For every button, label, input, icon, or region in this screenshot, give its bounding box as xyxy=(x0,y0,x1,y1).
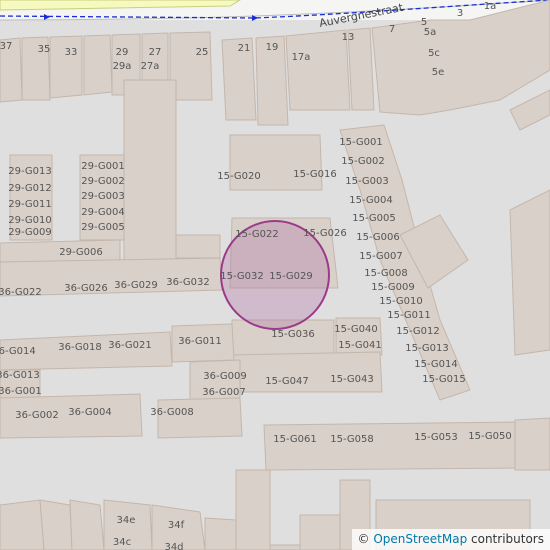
house-number-label: 29-G011 xyxy=(8,199,52,210)
house-number-label: 36-G021 xyxy=(108,340,152,351)
house-number-label: 29-G003 xyxy=(81,191,125,202)
osm-link[interactable]: OpenStreetMap xyxy=(373,532,467,546)
house-number-label: 15-G009 xyxy=(371,282,415,293)
house-number-label: 29-G004 xyxy=(81,207,125,218)
house-number-label: 15-G029 xyxy=(269,271,313,282)
house-number-label: 15-G047 xyxy=(265,376,309,387)
house-number-label: 15-G061 xyxy=(273,434,317,445)
house-number-label: 15-G036 xyxy=(271,329,315,340)
house-number-label: 15-G016 xyxy=(293,169,337,180)
map-canvas: Auvergnestraat 1a355a5c5e71317a192125272… xyxy=(0,0,550,550)
house-number-label: 13 xyxy=(342,32,355,43)
house-number-label: 34e xyxy=(117,515,136,526)
house-number-label: 36-G004 xyxy=(68,407,112,418)
house-number-label: 15-G026 xyxy=(303,228,347,239)
house-number-label: 29-G006 xyxy=(59,247,103,258)
house-number-label: 34c xyxy=(113,537,131,548)
house-number-label: 36-G001 xyxy=(0,386,42,397)
house-number-label: 33 xyxy=(65,47,78,58)
house-number-label: 15-G014 xyxy=(414,359,458,370)
house-number-label: 37 xyxy=(0,41,12,52)
house-number-label: 5a xyxy=(424,27,437,38)
house-number-label: 29-G005 xyxy=(81,222,125,233)
house-number-label: 34f xyxy=(168,520,185,531)
house-number-label: 15-G012 xyxy=(396,326,440,337)
house-number-label: 27a xyxy=(141,61,160,72)
house-number-label: 15-G053 xyxy=(414,432,458,443)
house-number-label: 36-G018 xyxy=(58,342,102,353)
house-number-label: 36-G008 xyxy=(150,407,194,418)
house-number-label: 21 xyxy=(238,43,251,54)
house-number-label: 19 xyxy=(266,42,279,53)
house-number-label: 25 xyxy=(196,47,209,58)
house-number-label: 17a xyxy=(292,52,311,63)
house-number-label: 36-G032 xyxy=(166,277,210,288)
map-attribution: © OpenStreetMap contributors xyxy=(351,529,550,550)
house-number-label: 29-G009 xyxy=(8,227,52,238)
house-number-label: 15-G041 xyxy=(338,340,382,351)
house-number-label: 29-G010 xyxy=(8,215,52,226)
house-number-label: 15-G005 xyxy=(352,213,396,224)
house-number-label: 35 xyxy=(38,44,51,55)
house-number-label: 34d xyxy=(164,542,183,550)
house-number-label: 15-G032 xyxy=(220,271,264,282)
house-number-label: 5c xyxy=(428,48,440,59)
house-number-label: 15-G043 xyxy=(330,374,374,385)
house-number-label: 15-G015 xyxy=(422,374,466,385)
house-number-label: 36-G014 xyxy=(0,346,36,357)
house-number-label: 15-G022 xyxy=(235,229,279,240)
house-number-label: 7 xyxy=(389,24,395,35)
house-number-label: 29 xyxy=(116,47,129,58)
house-number-label: 29-G002 xyxy=(81,176,125,187)
house-number-label: 36-G002 xyxy=(15,410,59,421)
house-number-label: 29-G001 xyxy=(81,161,125,172)
house-number-label: 36-G029 xyxy=(114,280,158,291)
house-number-label: 15-G020 xyxy=(217,171,261,182)
house-number-label: 15-G008 xyxy=(364,268,408,279)
house-number-label: 3 xyxy=(457,8,463,19)
house-number-label: 15-G040 xyxy=(334,324,378,335)
house-number-label: 15-G007 xyxy=(359,251,403,262)
house-number-label: 27 xyxy=(149,47,162,58)
house-number-label: 1a xyxy=(484,1,497,12)
house-number-label: 29-G012 xyxy=(8,183,52,194)
house-number-label: 15-G050 xyxy=(468,431,512,442)
house-number-label: 15-G011 xyxy=(387,310,431,321)
attribution-suffix: contributors xyxy=(471,532,544,546)
house-number-label: 15-G001 xyxy=(339,137,383,148)
house-number-label: 15-G006 xyxy=(356,232,400,243)
house-number-label: 36-G013 xyxy=(0,370,40,381)
house-number-label: 29a xyxy=(113,61,132,72)
house-number-label: 15-G058 xyxy=(330,434,374,445)
house-number-label: 15-G010 xyxy=(379,296,423,307)
house-number-label: 15-G004 xyxy=(349,195,393,206)
house-number-label: 36-G022 xyxy=(0,287,42,298)
house-number-label: 5e xyxy=(432,67,445,78)
copyright-symbol: © xyxy=(357,532,370,546)
house-number-label: 36-G026 xyxy=(64,283,108,294)
house-number-label: 15-G003 xyxy=(345,176,389,187)
house-number-label: 36-G011 xyxy=(178,336,222,347)
house-number-label: 15-G013 xyxy=(405,343,449,354)
house-number-label: 29-G013 xyxy=(8,166,52,177)
house-number-label: 36-G007 xyxy=(202,387,246,398)
house-number-label: 36-G009 xyxy=(203,371,247,382)
map-view[interactable]: Auvergnestraat 1a 3 5 5a 5c 5e 7 13 17a 19 21 25 27 2… xyxy=(0,0,550,550)
house-number-label: 15-G002 xyxy=(341,156,385,167)
